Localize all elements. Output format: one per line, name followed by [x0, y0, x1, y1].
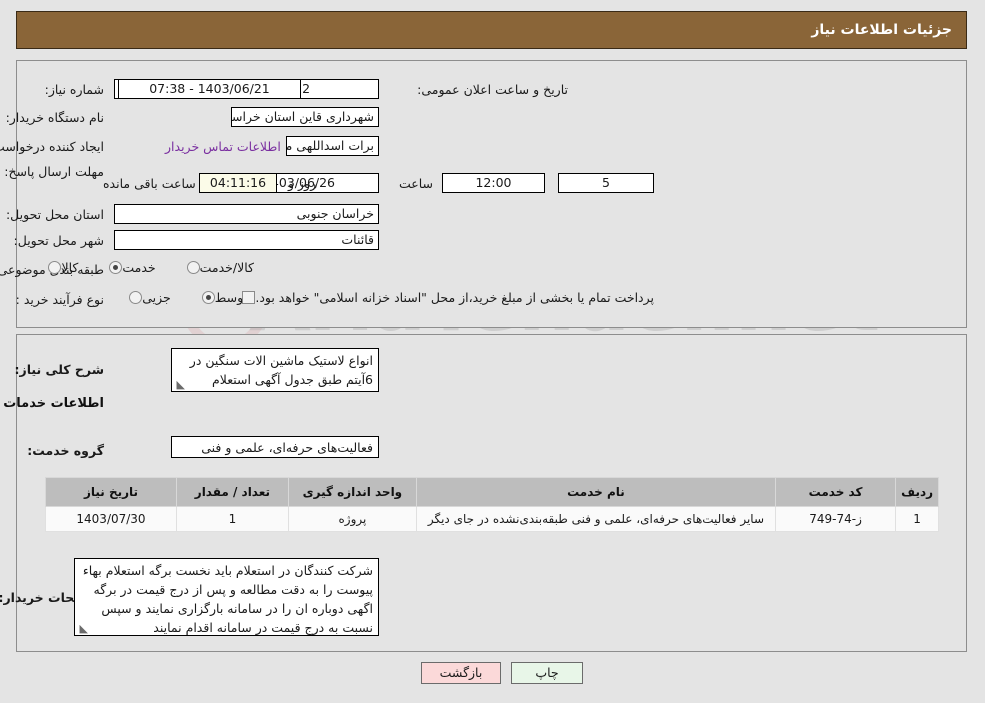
announce-datetime-label: تاریخ و ساعت اعلان عمومی:	[418, 82, 569, 97]
need-info-panel	[17, 60, 968, 328]
th-code: کد خدمت	[775, 477, 898, 507]
cell-radif: 1	[896, 506, 940, 532]
remaining-days-value: 5	[559, 173, 655, 193]
print-button[interactable]: چاپ	[512, 662, 584, 684]
buyer-org-label: نام دستگاه خریدار:	[6, 110, 105, 125]
category-radio-1[interactable]	[110, 261, 124, 274]
back-button[interactable]: بازگشت	[422, 662, 502, 684]
cell-qty: 1	[176, 506, 290, 532]
description-textarea[interactable]: انواع لاستیک ماشین الات سنگین در 6آیتم ط…	[172, 348, 380, 392]
description-label: شرح کلی نیاز:	[15, 362, 105, 377]
cell-name: سایر فعالیت‌های حرفه‌ای، علمی و فنی طبقه…	[416, 506, 777, 532]
cell-date: 1403/07/30	[46, 506, 178, 532]
deadline-hour-value: 12:00	[443, 173, 546, 193]
category-option-1[interactable]: خدمت	[105, 260, 157, 275]
services-table: ردیف کد خدمت نام خدمت واحد اندازه گیری ت…	[46, 477, 940, 532]
resize-grip-icon[interactable]: ◣	[176, 379, 186, 390]
remaining-time-label: ساعت باقی مانده	[104, 176, 197, 191]
th-date: تاریخ نیاز	[46, 477, 178, 507]
th-radif: ردیف	[896, 477, 940, 507]
process-option-0[interactable]: جزیی	[125, 290, 172, 305]
deadline-hour-label: ساعت	[399, 176, 434, 191]
category-radio-2[interactable]	[187, 261, 201, 274]
service-group-label: گروه خدمت:	[28, 443, 105, 458]
resize-grip-icon[interactable]: ◣	[79, 623, 89, 634]
need-number-label: شماره نیاز:	[45, 82, 105, 97]
category-radio-0[interactable]	[49, 261, 63, 274]
process-radio-group[interactable]: جزیی متوسط	[99, 290, 255, 305]
treasury-checkbox-label: پرداخت تمام یا بخشی از مبلغ خرید،از محل …	[256, 290, 655, 305]
deadline-label: مهلت ارسال پاسخ: تا تاریخ:	[0, 164, 105, 179]
category-option-0[interactable]: کالا	[44, 260, 79, 275]
th-unit: واحد اندازه گیری	[288, 477, 418, 507]
description-text: انواع لاستیک ماشین الات سنگین در 6آیتم ط…	[190, 353, 374, 387]
service-group-value: فعالیت‌های حرفه‌ای، علمی و فنی	[172, 436, 380, 458]
table-row: 1 ز-74-749 سایر فعالیت‌های حرفه‌ای، علمی…	[46, 506, 940, 532]
process-label: نوع فرآیند خرید :	[16, 292, 105, 307]
services-heading: اطلاعات خدمات مورد نیاز	[0, 396, 105, 411]
buyer-notes-text: شرکت کنندگان در استعلام باید نخست برگه ا…	[83, 563, 374, 635]
category-label-1: خدمت	[123, 260, 157, 275]
remaining-time-value: 04:11:16	[200, 173, 278, 193]
buyer-contact-link[interactable]: اطلاعات تماس خریدار	[166, 139, 282, 154]
page-header: جزئیات اطلاعات نیاز	[17, 11, 968, 49]
province-label: استان محل تحویل:	[6, 207, 105, 222]
process-radio-0[interactable]	[130, 291, 144, 304]
province-value: خراسان جنوبی	[115, 204, 380, 224]
page-title: جزئیات اطلاعات نیاز	[812, 22, 953, 38]
buyer-notes-textarea[interactable]: شرکت کنندگان در استعلام باید نخست برگه ا…	[75, 558, 380, 636]
table-header-row: ردیف کد خدمت نام خدمت واحد اندازه گیری ت…	[46, 477, 940, 507]
th-qty: تعداد / مقدار	[176, 477, 290, 507]
cell-code: ز-74-749	[775, 506, 898, 532]
treasury-checkbox[interactable]	[243, 291, 257, 304]
city-value: قائنات	[115, 230, 380, 250]
process-label-0: جزیی	[143, 290, 172, 305]
treasury-checkbox-row[interactable]: پرداخت تمام یا بخشی از مبلغ خرید،از محل …	[237, 290, 655, 305]
cell-unit: پروژه	[288, 506, 418, 532]
category-option-2[interactable]: کالا/خدمت	[183, 260, 255, 275]
th-name: نام خدمت	[416, 477, 777, 507]
category-label-2: کالا/خدمت	[200, 260, 255, 275]
announce-datetime-value: 1403/06/21 - 07:38	[119, 79, 302, 99]
category-radio-group[interactable]: کالا خدمت کالا/خدمت	[18, 260, 255, 275]
creator-label: ایجاد کننده درخواست:	[0, 139, 105, 154]
remaining-days-label: روز و	[289, 176, 318, 191]
process-radio-1[interactable]	[202, 291, 216, 304]
creator-value: برات اسداللهی مسئول خرید شهرداری قاین اس…	[287, 136, 380, 156]
buyer-org-value: شهرداری قاین استان خراسان جنوبی	[232, 107, 380, 127]
city-label: شهر محل تحویل:	[14, 233, 105, 248]
category-label-0: کالا	[62, 260, 80, 275]
